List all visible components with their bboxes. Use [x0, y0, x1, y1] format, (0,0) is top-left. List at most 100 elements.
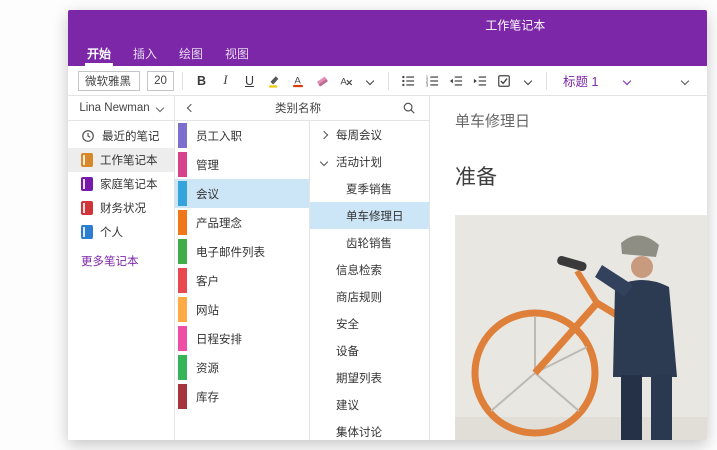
eraser-button[interactable]: [311, 70, 332, 92]
bullet-list-button[interactable]: [397, 70, 418, 92]
outdent-button[interactable]: [445, 70, 466, 92]
app-body: Lina Newman 最近的笔记 工作笔记本: [68, 96, 707, 440]
outdent-icon: [449, 74, 463, 88]
font-name-select[interactable]: 微软雅黑: [78, 71, 140, 91]
section-item[interactable]: 日程安排: [175, 324, 309, 353]
section-color-strip: [178, 181, 187, 206]
page-label: 商店规则: [336, 289, 382, 305]
indent-button[interactable]: [469, 70, 490, 92]
page-canvas: 单车修理日 准备: [430, 96, 707, 440]
indent-icon: [473, 74, 487, 88]
onenote-window: 工作笔记本 开始 插入 绘图 视图 微软雅黑 20 B I U: [68, 10, 707, 440]
page-label: 齿轮销售: [346, 235, 392, 251]
section-item[interactable]: 资源: [175, 353, 309, 382]
chevron-down-icon: [680, 76, 688, 84]
page-item[interactable]: 集体讨论: [310, 418, 429, 440]
numbered-list-button[interactable]: 123: [421, 70, 442, 92]
account-button[interactable]: Lina Newman: [68, 96, 174, 121]
font-size-select[interactable]: 20: [147, 71, 174, 91]
sidebar-item-finances-notebook[interactable]: 财务状况: [68, 196, 174, 220]
tab-draw[interactable]: 绘图: [168, 40, 214, 66]
chevron-down-icon: [623, 76, 631, 84]
numbered-list-icon: 123: [425, 74, 439, 88]
section-item[interactable]: 员工入职: [175, 121, 309, 150]
page-label: 每周会议: [336, 127, 382, 143]
tab-home[interactable]: 开始: [76, 40, 122, 66]
page-item[interactable]: 每周会议: [310, 121, 429, 148]
page-item[interactable]: 信息检索: [310, 256, 429, 283]
sidebar-item-work-notebook[interactable]: 工作笔记本: [68, 148, 174, 172]
toolbar-overflow-chevron[interactable]: [676, 70, 697, 92]
page-item[interactable]: 商店规则: [310, 283, 429, 310]
chevron-right-icon[interactable]: [320, 130, 328, 138]
navigator-header: 类别名称: [175, 96, 429, 121]
page-item[interactable]: 期望列表: [310, 364, 429, 391]
section-item-selected[interactable]: 会议: [175, 179, 309, 208]
tab-insert[interactable]: 插入: [122, 40, 168, 66]
sidebar-item-family-notebook[interactable]: 家庭笔记本: [68, 172, 174, 196]
page-item[interactable]: 齿轮销售: [310, 229, 429, 256]
section-item[interactable]: 产品理念: [175, 208, 309, 237]
page-item[interactable]: 活动计划: [310, 148, 429, 175]
page-label: 期望列表: [336, 370, 382, 386]
navigator-columns: 员工入职 管理 会议 产品理念: [175, 121, 429, 440]
page-label: 夏季销售: [346, 181, 392, 197]
page-item[interactable]: 建议: [310, 391, 429, 418]
underline-button[interactable]: U: [239, 70, 260, 92]
section-item[interactable]: 管理: [175, 150, 309, 179]
section-color-strip: [178, 239, 187, 264]
font-size-value: 20: [154, 75, 167, 87]
highlighter-button[interactable]: [263, 70, 284, 92]
section-heading[interactable]: 准备: [455, 161, 707, 191]
section-item[interactable]: 电子邮件列表: [175, 237, 309, 266]
paragraph-style-select[interactable]: 标题 1: [555, 71, 638, 90]
font-color-button[interactable]: A: [287, 70, 308, 92]
page-item-selected[interactable]: 单车修理日: [310, 202, 429, 229]
notebook-icon: [81, 225, 93, 239]
screenshot-stage: 工作笔记本 开始 插入 绘图 视图 微软雅黑 20 B I U: [0, 0, 717, 450]
font-name-value: 微软雅黑: [85, 73, 131, 89]
section-color-strip: [178, 384, 187, 409]
page-item[interactable]: 安全: [310, 310, 429, 337]
clear-formatting-button[interactable]: A: [335, 70, 356, 92]
tab-view[interactable]: 视图: [214, 40, 260, 66]
bike-photo[interactable]: [455, 215, 707, 440]
page-item[interactable]: 设备: [310, 337, 429, 364]
sidebar-item-label: 工作笔记本: [100, 152, 158, 168]
page-label: 集体讨论: [336, 424, 382, 440]
page-label: 建议: [336, 397, 359, 413]
font-color-icon: A: [291, 74, 305, 88]
page-label: 活动计划: [336, 154, 382, 170]
account-name: Lina Newman: [79, 102, 149, 114]
search-icon[interactable]: [402, 101, 416, 115]
clock-icon: [81, 129, 95, 143]
bold-button[interactable]: B: [191, 70, 212, 92]
sidebar-item-recent-notes[interactable]: 最近的笔记: [68, 124, 174, 148]
section-color-strip: [178, 210, 187, 235]
todo-tag-button[interactable]: [493, 70, 514, 92]
chevron-down-icon[interactable]: [320, 157, 328, 165]
sidebar-item-label: 个人: [100, 224, 123, 240]
section-color-strip: [178, 123, 187, 148]
page-label: 安全: [336, 316, 359, 332]
section-color-strip: [178, 326, 187, 351]
notebook-icon: [81, 201, 93, 215]
section-item[interactable]: 网站: [175, 295, 309, 324]
font-options-chevron[interactable]: [359, 70, 380, 92]
toolbar-separator: [182, 72, 183, 90]
sidebar-item-personal-notebook[interactable]: 个人: [68, 220, 174, 244]
eraser-icon: [315, 74, 329, 88]
page-title[interactable]: 单车修理日: [455, 110, 707, 131]
italic-button[interactable]: I: [215, 70, 236, 92]
section-item[interactable]: 客户: [175, 266, 309, 295]
page-item[interactable]: 夏季销售: [310, 175, 429, 202]
section-item[interactable]: 库存: [175, 382, 309, 411]
sidebar-item-label: 家庭笔记本: [100, 176, 158, 192]
more-notebooks-link[interactable]: 更多笔记本: [81, 253, 174, 269]
ribbon-tab-row: 开始 插入 绘图 视图: [68, 40, 707, 66]
notebooks-sidebar: Lina Newman 最近的笔记 工作笔记本: [68, 96, 175, 440]
list-options-chevron[interactable]: [517, 70, 538, 92]
svg-text:A: A: [340, 76, 347, 87]
section-label: 电子邮件列表: [175, 244, 265, 260]
page-label: 单车修理日: [346, 208, 404, 224]
